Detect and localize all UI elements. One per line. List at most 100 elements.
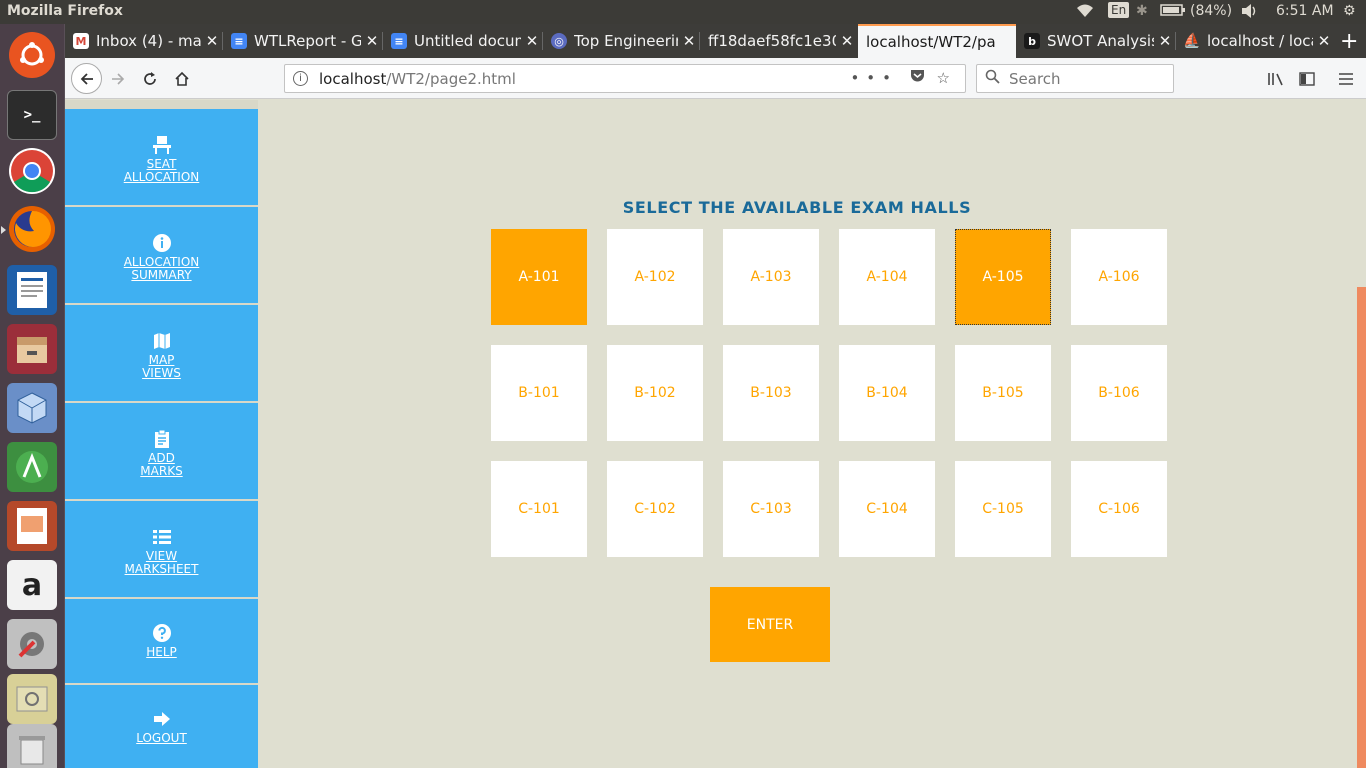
writer-icon[interactable]	[7, 265, 57, 315]
tab-top-engineering[interactable]: ◎ Top Engineerin ✕	[543, 24, 700, 58]
tab-wtlreport[interactable]: ≡ WTLReport - G ✕	[223, 24, 383, 58]
battery-percent: (84%)	[1190, 3, 1233, 19]
hall-c-106[interactable]: C-106	[1071, 461, 1167, 557]
search-icon	[985, 69, 1000, 88]
back-button[interactable]	[71, 63, 102, 94]
sidebar-toggle-icon[interactable]	[1294, 66, 1320, 92]
close-tab-icon[interactable]: ✕	[678, 32, 700, 50]
wifi-icon[interactable]	[1075, 3, 1095, 23]
workspace-switcher-icon[interactable]	[7, 674, 57, 724]
navigation-toolbar: i localhost/WT2/page2.html ••• ☆ Search	[65, 58, 1366, 99]
impress-icon[interactable]	[7, 501, 57, 551]
amazon-icon[interactable]: a	[7, 560, 57, 610]
url-text[interactable]: localhost/WT2/page2.html	[319, 70, 516, 88]
sidebar-item-seat-allocation[interactable]: SEAT ALLOCATION	[65, 109, 258, 205]
clipboard-icon	[65, 429, 258, 449]
seat-icon	[65, 135, 258, 155]
battery-icon[interactable]	[1160, 3, 1186, 21]
tab-strip: M Inbox (4) - mac ✕ ≡ WTLReport - G ✕ ≡ …	[65, 24, 1366, 58]
android-studio-icon[interactable]	[7, 442, 57, 492]
hall-a-104[interactable]: A-104	[839, 229, 935, 325]
firefox-icon[interactable]	[9, 206, 55, 252]
close-tab-icon[interactable]: ✕	[361, 32, 383, 50]
library-icon[interactable]	[1263, 66, 1289, 92]
close-tab-icon[interactable]: ✕	[201, 32, 223, 50]
close-tab-icon[interactable]: ✕	[1154, 32, 1176, 50]
system-settings-icon[interactable]	[7, 619, 57, 669]
hall-c-102[interactable]: C-102	[607, 461, 703, 557]
virtualbox-icon[interactable]	[7, 383, 57, 433]
close-tab-icon[interactable]: ✕	[521, 32, 543, 50]
chrome-icon[interactable]	[9, 148, 55, 194]
terminal-icon[interactable]: >_	[7, 90, 57, 140]
sidebar-item-help[interactable]: HELP	[65, 599, 258, 683]
list-icon	[65, 527, 258, 547]
scrollbar[interactable]	[1357, 287, 1366, 768]
settings-gear-icon[interactable]: ⚙	[1343, 3, 1356, 19]
page-heading: SELECT THE AVAILABLE EXAM HALLS	[622, 198, 972, 217]
site-icon: ◎	[551, 33, 567, 49]
hall-a-106[interactable]: A-106	[1071, 229, 1167, 325]
sidebar-item-view-marksheet[interactable]: VIEW MARKSHEET	[65, 501, 258, 597]
keyboard-layout-indicator[interactable]: En	[1108, 2, 1130, 18]
docs-icon: ≡	[231, 33, 247, 49]
launcher: >_ a	[0, 24, 65, 768]
enter-button[interactable]: ENTER	[710, 587, 830, 662]
site-icon: b	[1024, 33, 1040, 49]
tab-inbox[interactable]: M Inbox (4) - mac ✕	[65, 24, 223, 58]
close-tab-icon[interactable]: ✕	[1313, 32, 1335, 50]
hall-b-104[interactable]: B-104	[839, 345, 935, 441]
hall-b-106[interactable]: B-106	[1071, 345, 1167, 441]
hall-a-101[interactable]: A-101	[491, 229, 587, 325]
hall-a-105[interactable]: A-105	[955, 229, 1051, 325]
hall-c-103[interactable]: C-103	[723, 461, 819, 557]
search-input[interactable]: Search	[976, 64, 1174, 93]
hall-a-103[interactable]: A-103	[723, 229, 819, 325]
search-placeholder: Search	[1009, 70, 1061, 88]
forward-button[interactable]	[105, 66, 131, 92]
hall-c-104[interactable]: C-104	[839, 461, 935, 557]
volume-icon[interactable]	[1240, 3, 1260, 23]
hall-a-102[interactable]: A-102	[607, 229, 703, 325]
pocket-icon[interactable]	[910, 69, 937, 87]
hall-b-103[interactable]: B-103	[723, 345, 819, 441]
hall-c-105[interactable]: C-105	[955, 461, 1051, 557]
window-title: Mozilla Firefox	[7, 3, 123, 19]
page-content: SEAT ALLOCATION ALLOCATION SUMMARY MAP V…	[65, 100, 1366, 768]
site-info-icon[interactable]: i	[293, 71, 308, 86]
hall-b-101[interactable]: B-101	[491, 345, 587, 441]
docs-icon: ≡	[391, 33, 407, 49]
tab-swot-analysis[interactable]: b SWOT Analysis ✕	[1016, 24, 1176, 58]
gmail-icon: M	[73, 33, 89, 49]
page-actions-icon[interactable]: •••	[850, 69, 898, 87]
bookmark-star-icon[interactable]: ☆	[937, 69, 957, 87]
tab-localhost-wt2[interactable]: localhost/WT2/pa	[858, 24, 1016, 58]
ubuntu-dash-icon[interactable]	[9, 32, 55, 78]
info-icon	[65, 233, 258, 253]
new-tab-icon[interactable]: +	[1340, 29, 1358, 54]
hall-c-101[interactable]: C-101	[491, 461, 587, 557]
sidebar-item-map-views[interactable]: MAP VIEWS	[65, 305, 258, 401]
home-button[interactable]	[169, 66, 195, 92]
close-tab-icon[interactable]: ✕	[836, 32, 858, 50]
tab-untitled-document[interactable]: ≡ Untitled docum ✕	[383, 24, 543, 58]
sidebar-item-logout[interactable]: LOGOUT	[65, 685, 258, 768]
address-bar[interactable]: i localhost/WT2/page2.html ••• ☆	[284, 64, 966, 93]
bluetooth-icon[interactable]: ✱	[1136, 3, 1148, 19]
launcher-running-indicator	[1, 226, 6, 234]
map-icon	[65, 331, 258, 351]
tab-phpmyadmin[interactable]: ⛵ localhost / loca ✕	[1176, 24, 1335, 58]
phpmyadmin-icon: ⛵	[1183, 33, 1201, 49]
hall-b-102[interactable]: B-102	[607, 345, 703, 441]
sidebar-item-add-marks[interactable]: ADD MARKS	[65, 403, 258, 499]
hall-b-105[interactable]: B-105	[955, 345, 1051, 441]
clock[interactable]: 6:51 AM	[1276, 3, 1334, 19]
file-manager-icon[interactable]	[7, 324, 57, 374]
trash-icon[interactable]	[7, 724, 57, 768]
logout-icon	[65, 709, 258, 729]
tab-ff18daef[interactable]: ff18daef58fc1e30 ✕	[700, 24, 858, 58]
reload-button[interactable]	[137, 66, 163, 92]
system-top-bar: Mozilla Firefox En ✱ (84%) 6:51 AM ⚙	[0, 0, 1366, 24]
menu-icon[interactable]	[1333, 66, 1359, 92]
sidebar-item-allocation-summary[interactable]: ALLOCATION SUMMARY	[65, 207, 258, 303]
